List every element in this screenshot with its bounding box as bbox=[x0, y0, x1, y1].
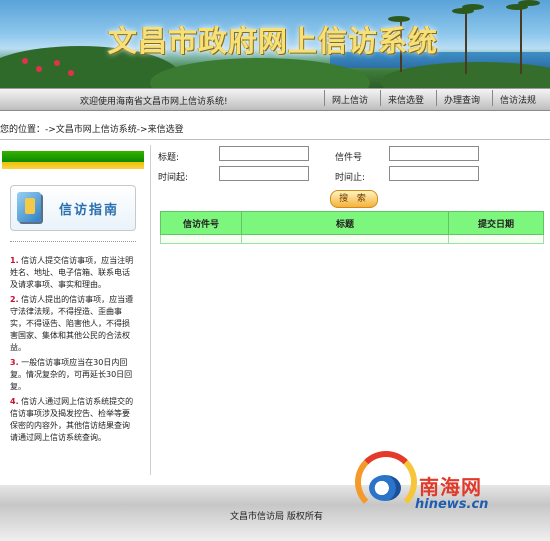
time-to-label: 时间止: bbox=[335, 173, 366, 183]
breadcrumb: 您的位置：->文昌市网上信访系统->来信选登 bbox=[0, 125, 184, 135]
column-header-title[interactable]: 标题 bbox=[241, 211, 449, 235]
logo-brand: 南海网 bbox=[419, 475, 482, 499]
divider bbox=[0, 139, 550, 140]
letter-no-input[interactable] bbox=[389, 146, 479, 161]
column-header-date[interactable]: 提交日期 bbox=[448, 211, 544, 235]
palm-tree bbox=[520, 8, 522, 74]
table-row bbox=[160, 234, 544, 244]
title-label: 标题: bbox=[158, 153, 180, 163]
time-from-label: 时间起: bbox=[158, 173, 189, 183]
table-cell bbox=[448, 234, 544, 244]
nav-item-status-query[interactable]: 办理查询 bbox=[436, 90, 480, 106]
banner-flower bbox=[68, 70, 74, 76]
guide-item: 2. 信访人提出的信访事项，应当遵守法律法规，不得捏造、歪曲事实，不得诬告、陷害… bbox=[10, 295, 134, 352]
copyright-text: 文昌市信访局 版权所有 bbox=[230, 512, 323, 522]
nav-item-online-petition[interactable]: 网上信访 bbox=[324, 90, 368, 106]
logo-swirl-icon bbox=[369, 475, 401, 501]
table-cell bbox=[241, 234, 449, 244]
guide-item: 1. 信访人提交信访事项，应当注明姓名、地址、电子信箱、联系电话及请求事项、事实… bbox=[10, 256, 134, 289]
guide-book-icon bbox=[17, 192, 41, 222]
logo-domain: hinews.cn bbox=[415, 497, 489, 512]
top-nav: 欢迎使用海南省文昌市网上信访系统! 网上信访 来信选登 办理查询 信访法规 bbox=[0, 88, 550, 111]
letter-no-label: 信件号 bbox=[335, 153, 363, 163]
banner-flower bbox=[54, 60, 60, 66]
palm-frond bbox=[518, 0, 540, 6]
guide-item: 3. 一般信访事项应当在30日内回复。情况复杂的，可再延长30日回复。 bbox=[10, 358, 133, 391]
guide-title: 信访指南 bbox=[59, 203, 120, 218]
search-button[interactable]: 搜 索 bbox=[330, 190, 378, 208]
table-header-row: 信访件号 标题 提交日期 bbox=[160, 211, 544, 235]
hinews-logo: 南海网 hinews.cn bbox=[355, 447, 545, 525]
site-title: 文昌市政府网上信访系统 bbox=[108, 24, 439, 58]
table-cell bbox=[160, 234, 242, 244]
title-input[interactable] bbox=[219, 146, 309, 161]
sidebar: 信访指南 1. 信访人提交信访事项，应当注明姓名、地址、电子信箱、联系电话及请求… bbox=[0, 145, 151, 475]
banner-flower bbox=[22, 58, 28, 64]
nav-item-regulations[interactable]: 信访法规 bbox=[492, 90, 536, 106]
time-to-input[interactable] bbox=[389, 166, 479, 181]
column-header-letter-no[interactable]: 信访件号 bbox=[160, 211, 242, 235]
sidebar-header-bar bbox=[2, 151, 144, 169]
palm-frond bbox=[462, 4, 484, 10]
welcome-text: 欢迎使用海南省文昌市网上信访系统! bbox=[80, 97, 228, 107]
nav-item-letter-selection[interactable]: 来信选登 bbox=[380, 90, 424, 106]
results-table: 信访件号 标题 提交日期 bbox=[160, 211, 544, 244]
guide-banner: 信访指南 bbox=[10, 185, 136, 231]
dotted-divider bbox=[10, 241, 136, 242]
time-from-input[interactable] bbox=[219, 166, 309, 181]
guide-item: 4. 信访人通过网上信访系统提交的信访事项涉及揭发控告、检举等要保密的内容外，其… bbox=[10, 397, 134, 442]
guide-list: 1. 信访人提交信访事项，应当注明姓名、地址、电子信箱、联系电话及请求事项、事实… bbox=[10, 255, 136, 447]
palm-tree bbox=[465, 12, 467, 74]
header-banner: 文昌市政府网上信访系统 bbox=[0, 0, 550, 88]
banner-flower bbox=[36, 66, 42, 72]
